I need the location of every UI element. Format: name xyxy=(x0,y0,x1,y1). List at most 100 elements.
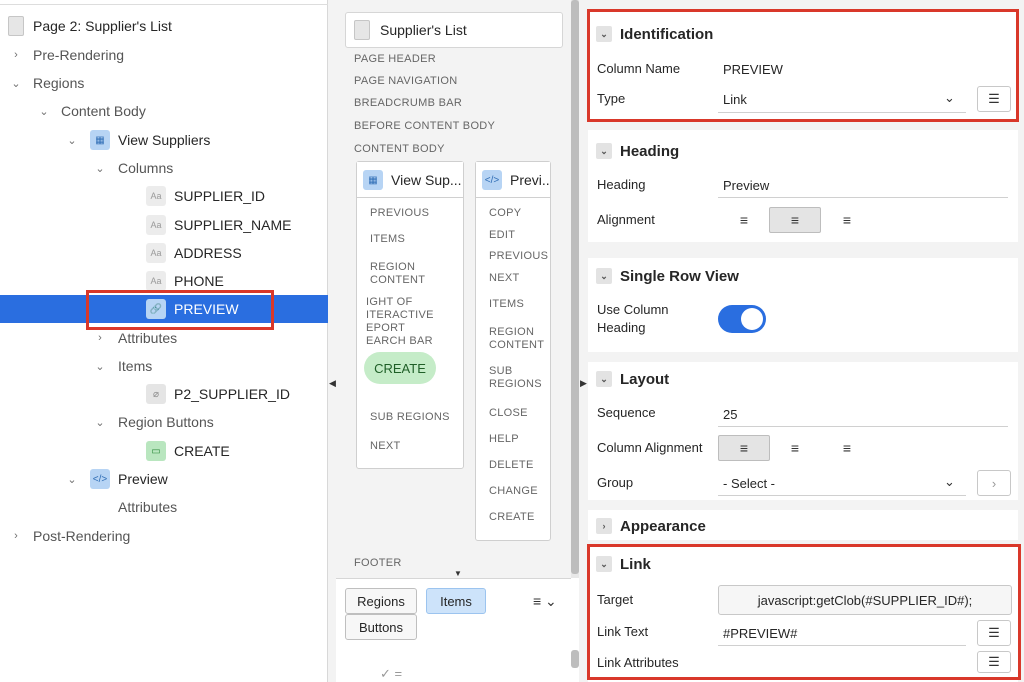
tab-buttons[interactable]: Buttons xyxy=(345,614,417,640)
align-left-icon[interactable]: ≡ xyxy=(718,207,770,233)
slot-footer[interactable]: FOOTER xyxy=(354,557,402,569)
subslot-sub-regions[interactable]: REGIONS xyxy=(489,378,542,391)
region-header[interactable]: ▦ View Sup... xyxy=(357,162,463,198)
tree-node-regions[interactable]: ⌄ Regions xyxy=(0,69,328,97)
align-center-icon[interactable]: ≡ xyxy=(769,207,821,233)
tree-node-view-suppliers[interactable]: ⌄ ▦ View Suppliers xyxy=(0,126,328,154)
list-icon[interactable]: ☰ xyxy=(977,86,1011,112)
subslot-region-content[interactable]: CONTENT xyxy=(489,339,544,352)
subslot-items[interactable]: ITEMS xyxy=(370,233,405,246)
subslot-close[interactable]: CLOSE xyxy=(489,407,528,420)
item-type-icon[interactable]: ✓ = xyxy=(380,666,402,682)
slot-content-body[interactable]: CONTENT BODY xyxy=(354,143,445,155)
tree-node-column[interactable]: Aa ADDRESS xyxy=(0,239,328,267)
slot-breadcrumb-bar[interactable]: BREADCRUMB BAR xyxy=(354,97,462,109)
subslot-edit[interactable]: EDIT xyxy=(489,229,515,242)
layout-scrollbar-thumb[interactable] xyxy=(571,0,579,574)
gallery-scrollbar-thumb[interactable] xyxy=(571,650,579,668)
tree-node-page[interactable]: Page 2: Supplier's List xyxy=(0,12,328,40)
subslot-search-bar[interactable]: IGHT OF xyxy=(366,296,413,309)
tree-node-pre-rendering[interactable]: › Pre-Rendering xyxy=(0,41,328,69)
align-right-icon[interactable]: ≡ xyxy=(821,435,873,461)
heading-input[interactable]: Preview xyxy=(723,178,769,193)
subslot-delete[interactable]: DELETE xyxy=(489,459,534,472)
tree-node-columns[interactable]: ⌄ Columns xyxy=(0,154,328,182)
tab-items[interactable]: Items xyxy=(426,588,486,614)
chevron-down-icon[interactable]: ⌄ xyxy=(944,90,955,106)
chevron-down-icon[interactable]: ⌄ xyxy=(10,77,22,90)
tree-node-button[interactable]: ▭ CREATE xyxy=(0,437,328,465)
subslot-region-content[interactable]: CONTENT xyxy=(370,274,425,287)
chevron-down-icon[interactable]: ⌄ xyxy=(38,105,50,118)
slot-page-header[interactable]: PAGE HEADER xyxy=(354,53,436,65)
tree-node-item[interactable]: ⌀ P2_SUPPLIER_ID xyxy=(0,380,328,408)
section-header-single-row-view[interactable]: ⌄ Single Row View xyxy=(596,266,739,286)
use-column-heading-toggle[interactable] xyxy=(718,305,766,333)
subslot-previous[interactable]: PREVIOUS xyxy=(370,207,429,220)
chevron-down-icon[interactable]: ⌄ xyxy=(596,26,612,42)
target-button[interactable]: javascript:getClob(#SUPPLIER_ID#); xyxy=(718,585,1012,615)
subslot-sub-regions[interactable]: SUB xyxy=(489,365,513,378)
menu-icon[interactable]: ≡ ⌄ xyxy=(533,593,557,610)
section-header-identification[interactable]: ⌄ Identification xyxy=(596,24,713,44)
collapse-right-icon[interactable]: ▶ xyxy=(580,378,587,389)
chevron-down-icon[interactable]: ⌄ xyxy=(66,473,78,486)
tree-node-preview-attributes[interactable]: Attributes xyxy=(0,493,328,521)
chevron-down-icon[interactable]: ⌄ xyxy=(596,268,612,284)
slot-page-navigation[interactable]: PAGE NAVIGATION xyxy=(354,75,458,87)
chevron-down-icon[interactable]: ⌄ xyxy=(66,134,78,147)
tree-node-preview-region[interactable]: ⌄ </> Preview xyxy=(0,465,328,493)
list-icon[interactable]: ☰ xyxy=(977,620,1011,646)
section-header-layout[interactable]: ⌄ Layout xyxy=(596,369,669,389)
tree-node-column[interactable]: Aa SUPPLIER_NAME xyxy=(0,211,328,239)
layout-create-button[interactable]: CREATE xyxy=(364,352,436,384)
tree-node-region-buttons[interactable]: ⌄ Region Buttons xyxy=(0,408,328,436)
chevron-down-icon[interactable]: ⌄ xyxy=(596,556,612,572)
chevron-down-icon[interactable]: ⌄ xyxy=(596,143,612,159)
subslot-next[interactable]: NEXT xyxy=(489,272,520,285)
chevron-right-icon[interactable]: › xyxy=(977,470,1011,496)
subslot-search-bar[interactable]: ITERACTIVE xyxy=(366,309,434,322)
collapse-left-icon[interactable]: ◀ xyxy=(329,378,336,389)
subslot-sub-regions[interactable]: SUB REGIONS xyxy=(370,411,450,424)
tree-node-column[interactable]: Aa SUPPLIER_ID xyxy=(0,182,328,210)
group-select[interactable]: - Select - xyxy=(723,476,775,491)
tab-regions[interactable]: Regions xyxy=(345,588,417,614)
subslot-items[interactable]: ITEMS xyxy=(489,298,524,311)
left-splitter[interactable]: ◀ xyxy=(328,0,336,682)
chevron-right-icon[interactable]: › xyxy=(596,518,612,534)
section-header-appearance[interactable]: › Appearance xyxy=(596,516,706,536)
region-header[interactable]: </> Previ... xyxy=(476,162,550,198)
type-select[interactable]: Link xyxy=(723,92,747,107)
chevron-down-icon[interactable]: ⌄ xyxy=(94,162,106,175)
subslot-create[interactable]: CREATE xyxy=(489,511,535,524)
subslot-next[interactable]: NEXT xyxy=(370,440,401,453)
align-right-icon[interactable]: ≡ xyxy=(821,207,873,233)
align-left-icon[interactable]: ≡ xyxy=(718,435,770,461)
subslot-region-content[interactable]: REGION xyxy=(489,326,534,339)
section-header-link[interactable]: ⌄ Link xyxy=(596,554,651,574)
slot-before-content-body[interactable]: BEFORE CONTENT BODY xyxy=(354,120,495,132)
chevron-right-icon[interactable]: › xyxy=(94,332,106,344)
layout-scrollbar-track[interactable] xyxy=(571,0,579,578)
subslot-region-content[interactable]: REGION xyxy=(370,261,415,274)
section-header-heading[interactable]: ⌄ Heading xyxy=(596,141,679,161)
subslot-help[interactable]: HELP xyxy=(489,433,519,446)
chevron-down-icon[interactable]: ⌄ xyxy=(596,371,612,387)
tree-node-items[interactable]: ⌄ Items xyxy=(0,352,328,380)
list-icon[interactable]: ☰ xyxy=(977,651,1011,673)
tree-node-post-rendering[interactable]: › Post-Rendering xyxy=(0,522,328,550)
chevron-right-icon[interactable]: › xyxy=(10,530,22,542)
subslot-change[interactable]: CHANGE xyxy=(489,485,538,498)
chevron-down-icon[interactable]: ⌄ xyxy=(94,360,106,373)
chevron-right-icon[interactable]: › xyxy=(10,49,22,61)
link-text-input[interactable]: #PREVIEW# xyxy=(723,626,797,641)
chevron-down-icon[interactable]: ⌄ xyxy=(944,474,955,490)
subslot-search-bar[interactable]: EARCH BAR xyxy=(366,335,433,348)
tree-node-content-body[interactable]: ⌄ Content Body xyxy=(0,97,328,125)
align-center-icon[interactable]: ≡ xyxy=(769,435,821,461)
chevron-down-icon[interactable]: ⌄ xyxy=(94,416,106,429)
subslot-copy[interactable]: COPY xyxy=(489,207,521,220)
collapse-down-icon[interactable]: ▼ xyxy=(454,569,462,578)
sequence-input[interactable]: 25 xyxy=(723,407,737,422)
